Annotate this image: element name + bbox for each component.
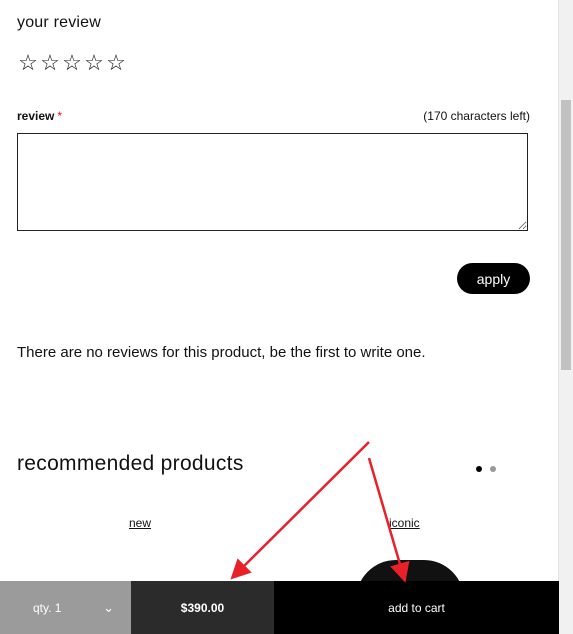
no-reviews-message: There are no reviews for this product, b…	[17, 344, 426, 361]
star-icon-1[interactable]: ☆	[17, 51, 39, 75]
sticky-purchase-bar: qty. 1 ⌄ $390.00 add to cart	[0, 581, 559, 634]
star-icon-4[interactable]: ☆	[83, 51, 105, 75]
review-section-title: your review	[17, 14, 102, 31]
characters-left-counter: (170 characters left)	[423, 109, 530, 123]
product-tag-new[interactable]: new	[129, 516, 151, 530]
carousel-pagination[interactable]	[476, 466, 496, 472]
apply-button[interactable]: apply	[457, 263, 530, 294]
add-to-cart-button[interactable]: add to cart	[274, 581, 559, 634]
quantity-selector[interactable]: qty. 1 ⌄	[0, 581, 131, 634]
left-ruler	[0, 0, 6, 634]
product-tag-iconic[interactable]: iconic	[389, 516, 420, 530]
chevron-down-icon: ⌄	[103, 599, 114, 615]
carousel-dot-active[interactable]	[476, 466, 482, 472]
price-display: $390.00	[131, 581, 274, 634]
scrollbar-thumb[interactable]	[561, 100, 571, 370]
star-rating[interactable]: ☆ ☆ ☆ ☆ ☆	[17, 51, 127, 75]
star-icon-5[interactable]: ☆	[105, 51, 127, 75]
annotation-arrow-price	[230, 441, 370, 580]
quantity-label: qty. 1	[33, 600, 62, 615]
review-field-label: review *	[17, 109, 62, 123]
page-scrollbar[interactable]	[558, 0, 573, 634]
annotation-arrows	[230, 441, 410, 583]
recommended-products-title: recommended products	[17, 452, 244, 475]
review-label-text: review	[17, 109, 55, 123]
review-textarea[interactable]	[17, 133, 528, 231]
star-icon-3[interactable]: ☆	[61, 51, 83, 75]
carousel-dot[interactable]	[490, 466, 496, 472]
required-marker: *	[57, 109, 63, 123]
star-icon-2[interactable]: ☆	[39, 51, 61, 75]
